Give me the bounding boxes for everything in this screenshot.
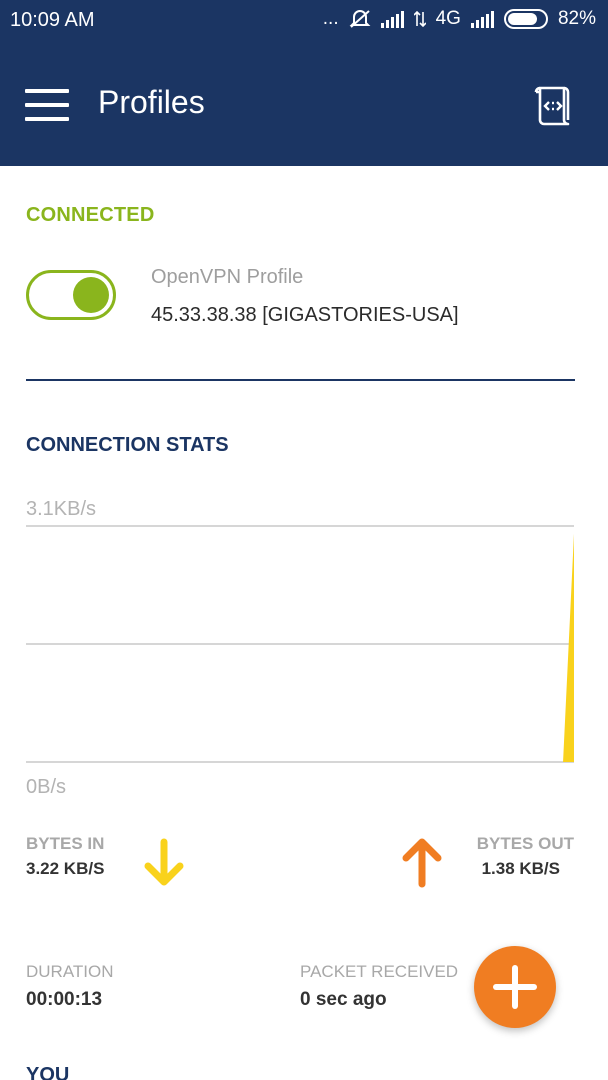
- traffic-chart-svg: [26, 525, 574, 763]
- data-transfer-icon: [413, 10, 426, 28]
- signal-strength-icon-1: [380, 10, 404, 28]
- notification-dots: ...: [322, 8, 339, 29]
- you-section-title: YOU: [26, 1064, 70, 1080]
- add-profile-button[interactable]: [474, 946, 556, 1028]
- bytes-out-arrow-up-icon: [402, 838, 442, 888]
- battery-percent: 82%: [557, 8, 596, 29]
- chart-series-area-0: [26, 533, 574, 762]
- chart-y-min-label: 0B/s: [26, 776, 67, 798]
- toggle-knob: [73, 277, 109, 313]
- status-bar: 10:09 AM ... 4G 82%: [0, 0, 608, 40]
- status-time: 10:09 AM: [10, 9, 95, 31]
- add-plus-icon-vertical: [512, 965, 518, 1009]
- bytes-in-arrow-down-icon: [144, 838, 184, 886]
- packet-received-value: 0 sec ago: [300, 989, 387, 1010]
- bytes-out-value: 1.38 KB/S: [481, 859, 560, 878]
- bytes-in-label: BYTES IN: [26, 834, 105, 853]
- signal-strength-icon-2: [470, 10, 494, 28]
- muted-alarm-icon: [349, 10, 371, 28]
- page-title: Profiles: [98, 84, 205, 120]
- vpn-connection-toggle[interactable]: [26, 270, 116, 320]
- status-icons: ... 4G 82%: [323, 8, 596, 30]
- duration-value: 00:00:13: [26, 989, 103, 1010]
- profile-name: OpenVPN Profile: [151, 266, 304, 288]
- connection-status-label: CONNECTED: [26, 204, 155, 226]
- hamburger-menu-icon[interactable]: [25, 89, 69, 121]
- packet-received-label: PACKET RECEIVED: [300, 962, 459, 981]
- app-bar: Profiles: [0, 40, 608, 166]
- bytes-out-label: BYTES OUT: [476, 834, 574, 853]
- connection-stats-title: CONNECTION STATS: [26, 434, 229, 456]
- section-divider: [26, 379, 575, 381]
- duration-label: DURATION: [26, 962, 114, 981]
- bytes-in-value: 3.22 KB/S: [26, 859, 105, 878]
- traffic-chart: 3.1KB/s 0B/s: [26, 492, 576, 802]
- network-type: 4G: [435, 8, 461, 29]
- battery-icon: [503, 9, 548, 29]
- main-content: CONNECTED OpenVPN Profile 45.33.38.38 [G…: [0, 166, 608, 1080]
- import-profile-icon[interactable]: [530, 82, 576, 128]
- profile-server: 45.33.38.38 [GIGASTORIES-USA]: [151, 304, 459, 326]
